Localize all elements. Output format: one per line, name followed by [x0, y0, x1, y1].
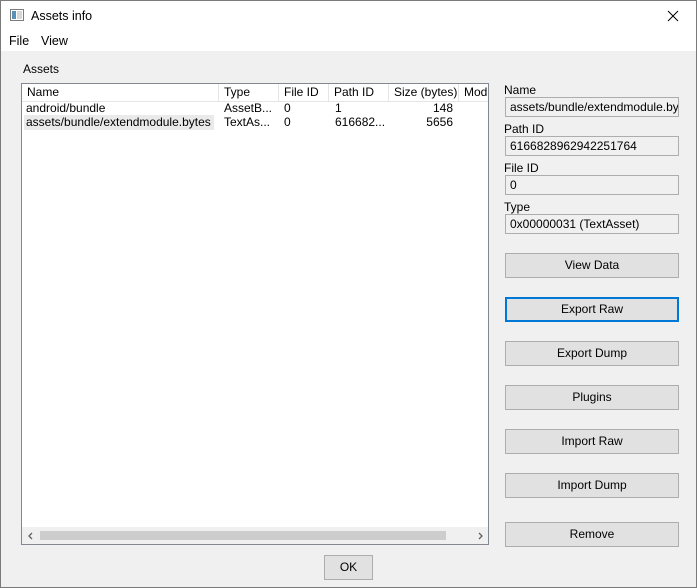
cell-path-id: 1 — [335, 101, 342, 115]
cell-size: 148 — [432, 101, 453, 115]
import-raw-button[interactable]: Import Raw — [505, 429, 679, 454]
import-dump-button[interactable]: Import Dump — [505, 473, 679, 498]
menu-file[interactable]: File — [9, 34, 29, 48]
scroll-thumb[interactable] — [40, 531, 446, 540]
path-id-field[interactable]: 6166828962942251764 — [505, 136, 679, 156]
column-header-modified[interactable]: Modifi — [459, 84, 488, 101]
close-icon — [667, 10, 679, 22]
column-header-path-id[interactable]: Path ID — [329, 84, 389, 101]
menu-bar: File View — [1, 31, 696, 51]
chevron-left-icon — [27, 532, 32, 539]
close-button[interactable] — [650, 1, 696, 31]
row-name-wrap: assets/bundle/extendmodule.bytes — [24, 115, 214, 130]
table-row[interactable]: android/bundle AssetB... 0 1 148 — [22, 101, 488, 116]
scroll-left-button[interactable] — [22, 527, 39, 544]
column-header-size[interactable]: Size (bytes) — [389, 84, 459, 101]
row-name-wrap: android/bundle — [24, 101, 108, 116]
window-title: Assets info — [31, 9, 93, 23]
cell-file-id: 0 — [284, 101, 291, 115]
chevron-right-icon — [478, 532, 483, 539]
column-header-file-id[interactable]: File ID — [279, 84, 329, 101]
file-id-field[interactable]: 0 — [505, 175, 679, 195]
file-id-label: File ID — [504, 161, 539, 175]
cell-path-id: 616682... — [335, 115, 386, 129]
assets-list[interactable]: Name Type File ID Path ID Size (bytes) M… — [21, 83, 489, 545]
name-field[interactable]: assets/bundle/extendmodule.bytes — [505, 97, 679, 117]
horizontal-scrollbar[interactable] — [22, 527, 488, 544]
export-dump-button[interactable]: Export Dump — [505, 341, 679, 366]
plugins-button[interactable]: Plugins — [505, 385, 679, 410]
view-data-button[interactable]: View Data — [505, 253, 679, 278]
table-row[interactable]: assets/bundle/extendmodule.bytes TextAs.… — [22, 115, 488, 130]
app-window-icon — [10, 9, 24, 21]
column-header-name[interactable]: Name — [22, 84, 219, 101]
cell-name: android/bundle — [26, 101, 106, 115]
menu-view[interactable]: View — [41, 34, 68, 48]
assets-info-window: Assets info File View Assets Name Type F… — [0, 0, 697, 588]
path-id-label: Path ID — [504, 122, 545, 136]
ok-button[interactable]: OK — [324, 555, 373, 580]
cell-name: assets/bundle/extendmodule.bytes — [26, 115, 211, 129]
cell-type: AssetB... — [224, 101, 273, 115]
cell-file-id: 0 — [284, 115, 291, 129]
title-bar: Assets info — [1, 1, 696, 31]
type-label: Type — [504, 200, 531, 214]
list-header: Name Type File ID Path ID Size (bytes) M… — [22, 84, 488, 102]
export-raw-button[interactable]: Export Raw — [505, 297, 679, 322]
assets-group-label: Assets — [23, 62, 60, 76]
remove-button[interactable]: Remove — [505, 522, 679, 547]
name-label: Name — [504, 83, 537, 97]
scroll-right-button[interactable] — [471, 527, 488, 544]
cell-type: TextAs... — [224, 115, 271, 129]
cell-size: 5656 — [426, 115, 453, 129]
type-field[interactable]: 0x00000031 (TextAsset) — [505, 214, 679, 234]
column-header-type[interactable]: Type — [219, 84, 279, 101]
